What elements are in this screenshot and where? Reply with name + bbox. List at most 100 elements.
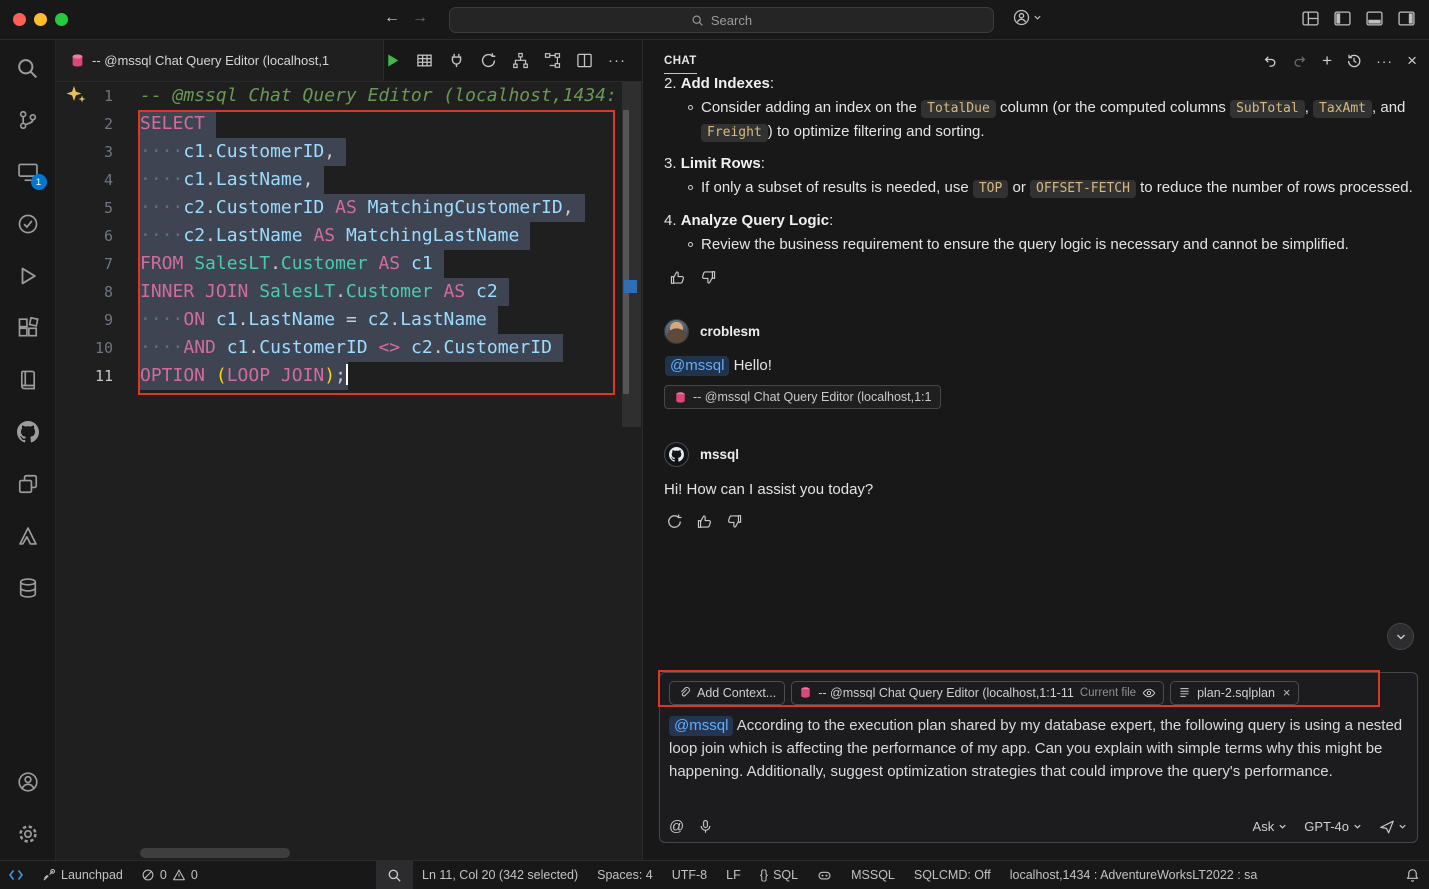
copilot-status[interactable] [817, 861, 832, 889]
sidebar-item-github[interactable] [0, 406, 56, 458]
sidebar-item-testing[interactable] [0, 198, 56, 250]
message-attachment[interactable]: -- @mssql Chat Query Editor (localhost,1… [664, 385, 941, 409]
undo-icon[interactable] [1262, 53, 1278, 69]
back-button[interactable]: ← [384, 9, 400, 27]
tools-icon [42, 868, 56, 882]
sidebar-item-containers[interactable] [0, 458, 56, 510]
chat-input-text[interactable]: @mssql According to the execution plan s… [669, 714, 1408, 783]
database-icon [17, 577, 39, 599]
chat-panel-title[interactable]: CHAT [664, 55, 697, 67]
code-line[interactable]: 7FROM SalesLT.Customer AS c1 [56, 250, 642, 278]
zoom-button[interactable] [376, 861, 413, 889]
close-panel-button[interactable]: × [1407, 53, 1417, 69]
model-dropdown[interactable]: GPT-4o [1304, 819, 1362, 834]
connection-status[interactable]: localhost,1434 : AdventureWorksLT2022 : … [1010, 861, 1258, 889]
new-chat-button[interactable]: + [1322, 53, 1332, 69]
sidebar-item-docs[interactable] [0, 354, 56, 406]
remove-context-button[interactable]: × [1283, 685, 1291, 700]
inline-code-chip: TaxAmt [1313, 100, 1372, 118]
launchpad-button[interactable]: Launchpad [42, 861, 123, 889]
overview-selection-marks [623, 110, 629, 394]
more-actions-button[interactable]: ··· [608, 52, 626, 69]
code-line[interactable]: 10····AND c1.CustomerID <> c2.CustomerID [56, 334, 642, 362]
remote-indicator[interactable] [8, 861, 24, 889]
sqlcmd-status[interactable]: SQLCMD: Off [914, 861, 991, 889]
code-line[interactable]: 1-- @mssql Chat Query Editor (localhost,… [56, 82, 642, 110]
maximize-window-button[interactable] [55, 13, 68, 26]
add-context-button[interactable]: Add Context... [669, 681, 785, 705]
context-pill-plan[interactable]: plan-2.sqlplan × [1170, 681, 1298, 705]
code-line[interactable]: 3····c1.CustomerID, [56, 138, 642, 166]
parse-schema-icon[interactable] [512, 52, 529, 69]
scroll-to-bottom-button[interactable] [1387, 623, 1414, 650]
code-line[interactable]: 11OPTION (LOOP JOIN); [56, 362, 642, 390]
code-lines[interactable]: 1-- @mssql Chat Query Editor (localhost,… [56, 82, 642, 390]
thumbs-up-icon[interactable] [669, 269, 686, 286]
command-center-search[interactable]: Search [449, 7, 994, 33]
code-line[interactable]: 5····c2.CustomerID AS MatchingCustomerID… [56, 194, 642, 222]
account-menu[interactable] [1013, 9, 1042, 26]
sidebar-item-source-control[interactable] [0, 94, 56, 146]
thumbs-down-icon[interactable] [700, 269, 717, 286]
redo-icon[interactable] [1292, 53, 1308, 69]
problems-button[interactable]: 0 0 [141, 861, 198, 889]
eye-icon[interactable] [1142, 686, 1156, 700]
assistant-message-header: mssql [664, 442, 1415, 467]
inline-code-chip: OFFSET-FETCH [1030, 180, 1136, 198]
cursor-position[interactable]: Ln 11, Col 20 (342 selected) [422, 861, 578, 889]
mssql-status[interactable]: MSSQL [851, 861, 895, 889]
tab-query-editor[interactable]: -- @mssql Chat Query Editor (localhost,1 [56, 40, 384, 81]
run-query-button[interactable] [384, 52, 401, 69]
forward-button[interactable]: → [412, 9, 428, 27]
thumbs-up-icon[interactable] [696, 513, 713, 530]
copilot-sparkle-icon[interactable] [63, 83, 89, 109]
code-editor[interactable]: 1-- @mssql Chat Query Editor (localhost,… [56, 82, 642, 860]
code-line[interactable]: 2SELECT [56, 110, 642, 138]
sidebar-item-remote-explorer[interactable]: 1 [0, 146, 56, 198]
encoding-status[interactable]: UTF-8 [672, 861, 707, 889]
window-controls[interactable] [13, 13, 68, 26]
split-editor-icon[interactable] [576, 52, 593, 69]
mention-button[interactable]: @ [669, 818, 684, 835]
code-line[interactable]: 4····c1.LastName, [56, 166, 642, 194]
send-button[interactable] [1379, 819, 1407, 835]
microphone-icon[interactable] [698, 819, 713, 834]
toggle-secondary-sidebar-icon[interactable] [1398, 11, 1415, 26]
more-actions-button[interactable]: ··· [1376, 53, 1393, 69]
sidebar-item-run-debug[interactable] [0, 250, 56, 302]
scrollbar-thumb-horizontal[interactable] [140, 848, 290, 858]
sidebar-item-azure[interactable] [0, 510, 56, 562]
toggle-panel-icon[interactable] [1366, 11, 1383, 26]
paperclip-icon [678, 686, 691, 699]
chat-input-box[interactable]: Add Context... -- @mssql Chat Query Edit… [659, 672, 1418, 843]
sidebar-item-search[interactable] [0, 42, 56, 94]
close-window-button[interactable] [13, 13, 26, 26]
language-mode[interactable]: {} SQL [760, 861, 798, 889]
results-grid-icon[interactable] [416, 52, 433, 69]
accounts-button[interactable] [0, 756, 56, 808]
sidebar-item-extensions[interactable] [0, 302, 56, 354]
code-line[interactable]: 9····ON c1.LastName = c2.LastName [56, 306, 642, 334]
disconnect-icon[interactable] [448, 52, 465, 69]
estimated-plan-icon[interactable] [544, 52, 561, 69]
mode-dropdown[interactable]: Ask [1253, 819, 1288, 834]
eol-status[interactable]: LF [726, 861, 741, 889]
rerun-icon[interactable] [666, 513, 683, 530]
notifications-button[interactable] [1405, 861, 1420, 889]
sidebar-item-mssql[interactable] [0, 562, 56, 614]
customize-layout-icon[interactable] [1302, 11, 1319, 26]
settings-button[interactable] [0, 808, 56, 860]
code-line[interactable]: 6····c2.LastName AS MatchingLastName [56, 222, 642, 250]
thumbs-down-icon[interactable] [726, 513, 743, 530]
mention-chip: @mssql [669, 716, 733, 736]
change-connection-icon[interactable] [480, 52, 497, 69]
minimize-window-button[interactable] [34, 13, 47, 26]
indentation-status[interactable]: Spaces: 4 [597, 861, 653, 889]
context-pill-file[interactable]: -- @mssql Chat Query Editor (localhost,1… [791, 681, 1164, 705]
braces-icon: {} [760, 868, 768, 882]
toggle-primary-sidebar-icon[interactable] [1334, 11, 1351, 26]
bullet-text: Review the business requirement to ensur… [701, 234, 1415, 257]
line-number: 11 [56, 362, 140, 390]
code-line[interactable]: 8INNER JOIN SalesLT.Customer AS c2 [56, 278, 642, 306]
history-icon[interactable] [1346, 53, 1362, 69]
